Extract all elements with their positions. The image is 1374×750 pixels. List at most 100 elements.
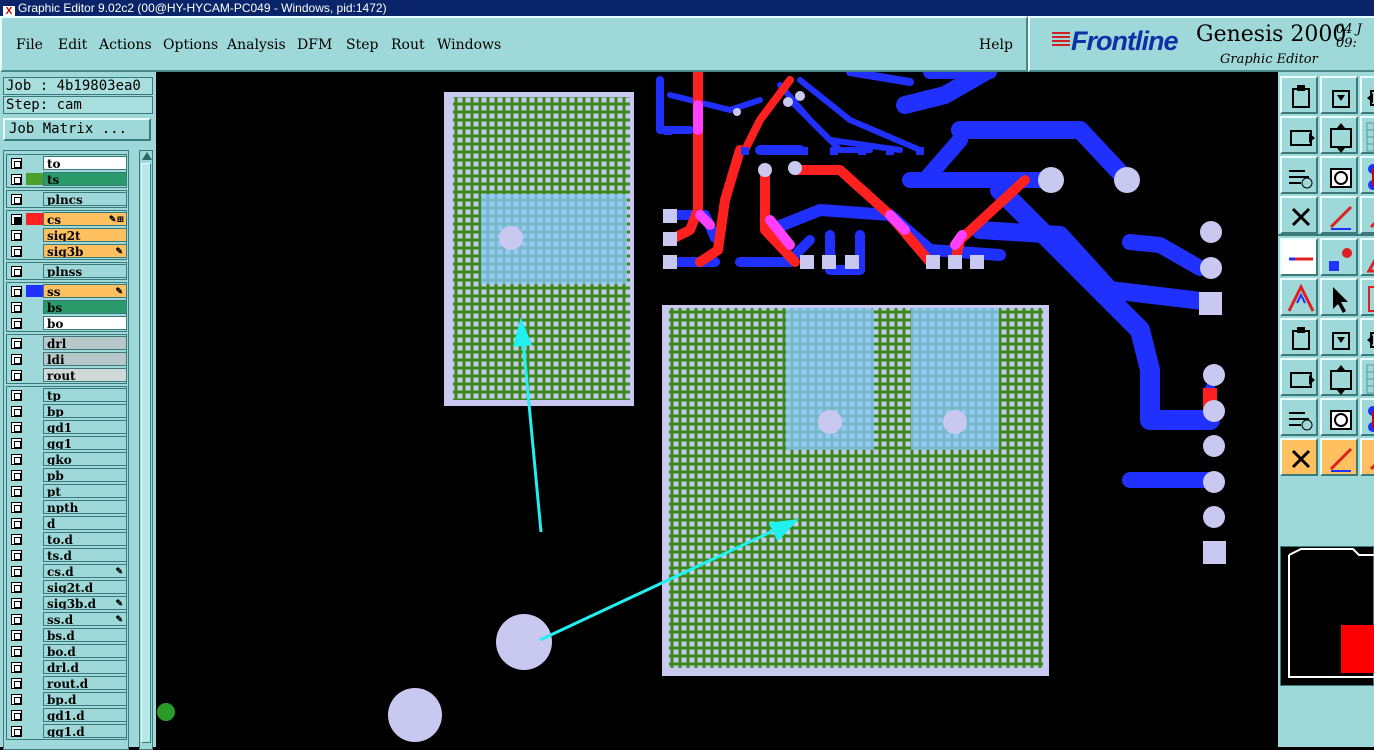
layer-checkbox[interactable] (11, 598, 22, 609)
menu-step[interactable]: Step (346, 37, 378, 53)
arc-tool-button[interactable] (1280, 318, 1318, 356)
layer-checkbox[interactable] (11, 302, 22, 313)
layer-name[interactable]: gg1.d (43, 724, 127, 738)
net-tool-button[interactable] (1360, 238, 1374, 276)
scroll-up-arrow-icon[interactable] (142, 152, 152, 160)
layer-checkbox[interactable] (11, 214, 22, 225)
layer-row[interactable]: plncs (7, 191, 128, 207)
layer-row[interactable]: npth (7, 499, 128, 515)
layer-name[interactable]: sig2t.d (43, 580, 127, 594)
layer-checkbox[interactable] (11, 194, 22, 205)
layer-checkbox[interactable] (11, 174, 22, 185)
pad-feature-tool-button[interactable] (1360, 196, 1374, 234)
layer-name[interactable]: sig2t (43, 228, 127, 242)
layer-checkbox[interactable] (11, 502, 22, 513)
layer-color-swatch[interactable] (26, 285, 43, 297)
layer-name[interactable]: bs.d (43, 628, 127, 642)
layer-checkbox[interactable] (11, 158, 22, 169)
layer-checkbox[interactable] (11, 246, 22, 257)
pan-tool-button[interactable] (1320, 76, 1358, 114)
layer-row[interactable]: bp.d (7, 691, 128, 707)
layer-checkbox[interactable] (11, 230, 22, 241)
layer-row[interactable]: cs ✎⊞ (7, 211, 128, 227)
layer-checkbox[interactable] (11, 550, 22, 561)
fit-all-tool-button[interactable] (1280, 156, 1318, 194)
layer-name[interactable]: ss.d ✎ (43, 612, 127, 626)
layer-row[interactable]: sig3b ✎ (7, 243, 128, 259)
layer-checkbox[interactable] (11, 438, 22, 449)
vertical-line-tool-button[interactable] (1320, 358, 1358, 396)
layer-checkbox[interactable] (11, 518, 22, 529)
layer-name[interactable]: ts (43, 172, 127, 186)
layer-name[interactable]: cs.d ✎ (43, 564, 127, 578)
layer-row[interactable]: rout.d (7, 675, 128, 691)
layer-checkbox[interactable] (11, 646, 22, 657)
circle-tool-button[interactable] (1320, 318, 1358, 356)
layer-name[interactable]: bo.d (43, 644, 127, 658)
menu-options[interactable]: Options (163, 37, 218, 53)
layer-name[interactable]: gd1.d (43, 708, 127, 722)
snap-tool-button[interactable] (1320, 196, 1358, 234)
layer-name[interactable]: ss ✎ (43, 284, 127, 298)
layer-row[interactable]: plnss (7, 263, 128, 279)
measure-tool-button[interactable] (1360, 156, 1374, 194)
layer-row[interactable]: pb (7, 467, 128, 483)
layer-color-swatch[interactable] (26, 173, 43, 185)
layer-row[interactable]: drl (7, 335, 128, 351)
layer-list[interactable]: to ts plncs cs ✎⊞ sig2t sig3b ✎ plnss ss ✎ bs bo drl l… (3, 150, 129, 750)
layer-name[interactable]: pt (43, 484, 127, 498)
layer-color-swatch[interactable] (26, 213, 43, 225)
layer-name[interactable]: tp (43, 388, 127, 402)
layer-checkbox[interactable] (11, 486, 22, 497)
layer-checkbox[interactable] (11, 694, 22, 705)
layer-name[interactable]: gg1 (43, 436, 127, 450)
layer-row[interactable]: bp (7, 403, 128, 419)
layer-checkbox[interactable] (11, 422, 22, 433)
grid-tool-button[interactable] (1280, 196, 1318, 234)
shape-tool-button[interactable] (1280, 238, 1318, 276)
layer-row[interactable]: cs.d ✎ (7, 563, 128, 579)
layer-checkbox[interactable] (11, 630, 22, 641)
layer-row[interactable]: bs.d (7, 627, 128, 643)
layer-row[interactable]: tp (7, 387, 128, 403)
layer-checkbox[interactable] (11, 266, 22, 277)
layer-name[interactable]: to.d (43, 532, 127, 546)
layer-row[interactable]: ts.d (7, 547, 128, 563)
layer-row[interactable]: gg1 (7, 435, 128, 451)
layer-name[interactable]: plncs (43, 192, 127, 206)
pointer-tool-button[interactable] (1360, 398, 1374, 436)
layer-row[interactable]: d (7, 515, 128, 531)
triangle-tool-button[interactable] (1360, 358, 1374, 396)
layer-checkbox[interactable] (11, 566, 22, 577)
layer-name[interactable]: bs (43, 300, 127, 314)
layer-checkbox[interactable] (11, 338, 22, 349)
layer-checkbox[interactable] (11, 534, 22, 545)
layer-row[interactable]: pt (7, 483, 128, 499)
layer-name[interactable]: to (43, 156, 127, 170)
layer-checkbox[interactable] (11, 710, 22, 721)
layer-row[interactable]: bo (7, 315, 128, 331)
layer-checkbox[interactable] (11, 454, 22, 465)
layer-checkbox[interactable] (11, 582, 22, 593)
cross-tool-button[interactable] (1280, 278, 1318, 316)
menu-analysis[interactable]: Analysis (227, 37, 286, 53)
layer-name[interactable]: cs ✎⊞ (43, 212, 127, 226)
poly-2-tool-button[interactable] (1320, 398, 1358, 436)
align-tool-button[interactable] (1360, 318, 1374, 356)
layer-name[interactable]: d (43, 516, 127, 530)
layer-name[interactable]: bp.d (43, 692, 127, 706)
layer-row[interactable]: drl.d (7, 659, 128, 675)
overview-minimap[interactable] (1280, 546, 1374, 686)
layer-row[interactable]: bs (7, 299, 128, 315)
fit-profile-tool-button[interactable] (1320, 156, 1358, 194)
pointer-2-tool-button[interactable] (1320, 438, 1358, 476)
layer-row[interactable]: sig2t.d (7, 579, 128, 595)
select-tool-button[interactable] (1320, 278, 1358, 316)
layer-row[interactable]: gd1.d (7, 707, 128, 723)
layer-list-scrollbar[interactable] (139, 150, 153, 750)
layer-name[interactable]: ts.d (43, 548, 127, 562)
menu-rout[interactable]: Rout (391, 37, 425, 53)
menu-dfm[interactable]: DFM (297, 37, 332, 53)
line-tool-button[interactable] (1360, 278, 1374, 316)
home-view-tool-button[interactable] (1360, 438, 1374, 476)
